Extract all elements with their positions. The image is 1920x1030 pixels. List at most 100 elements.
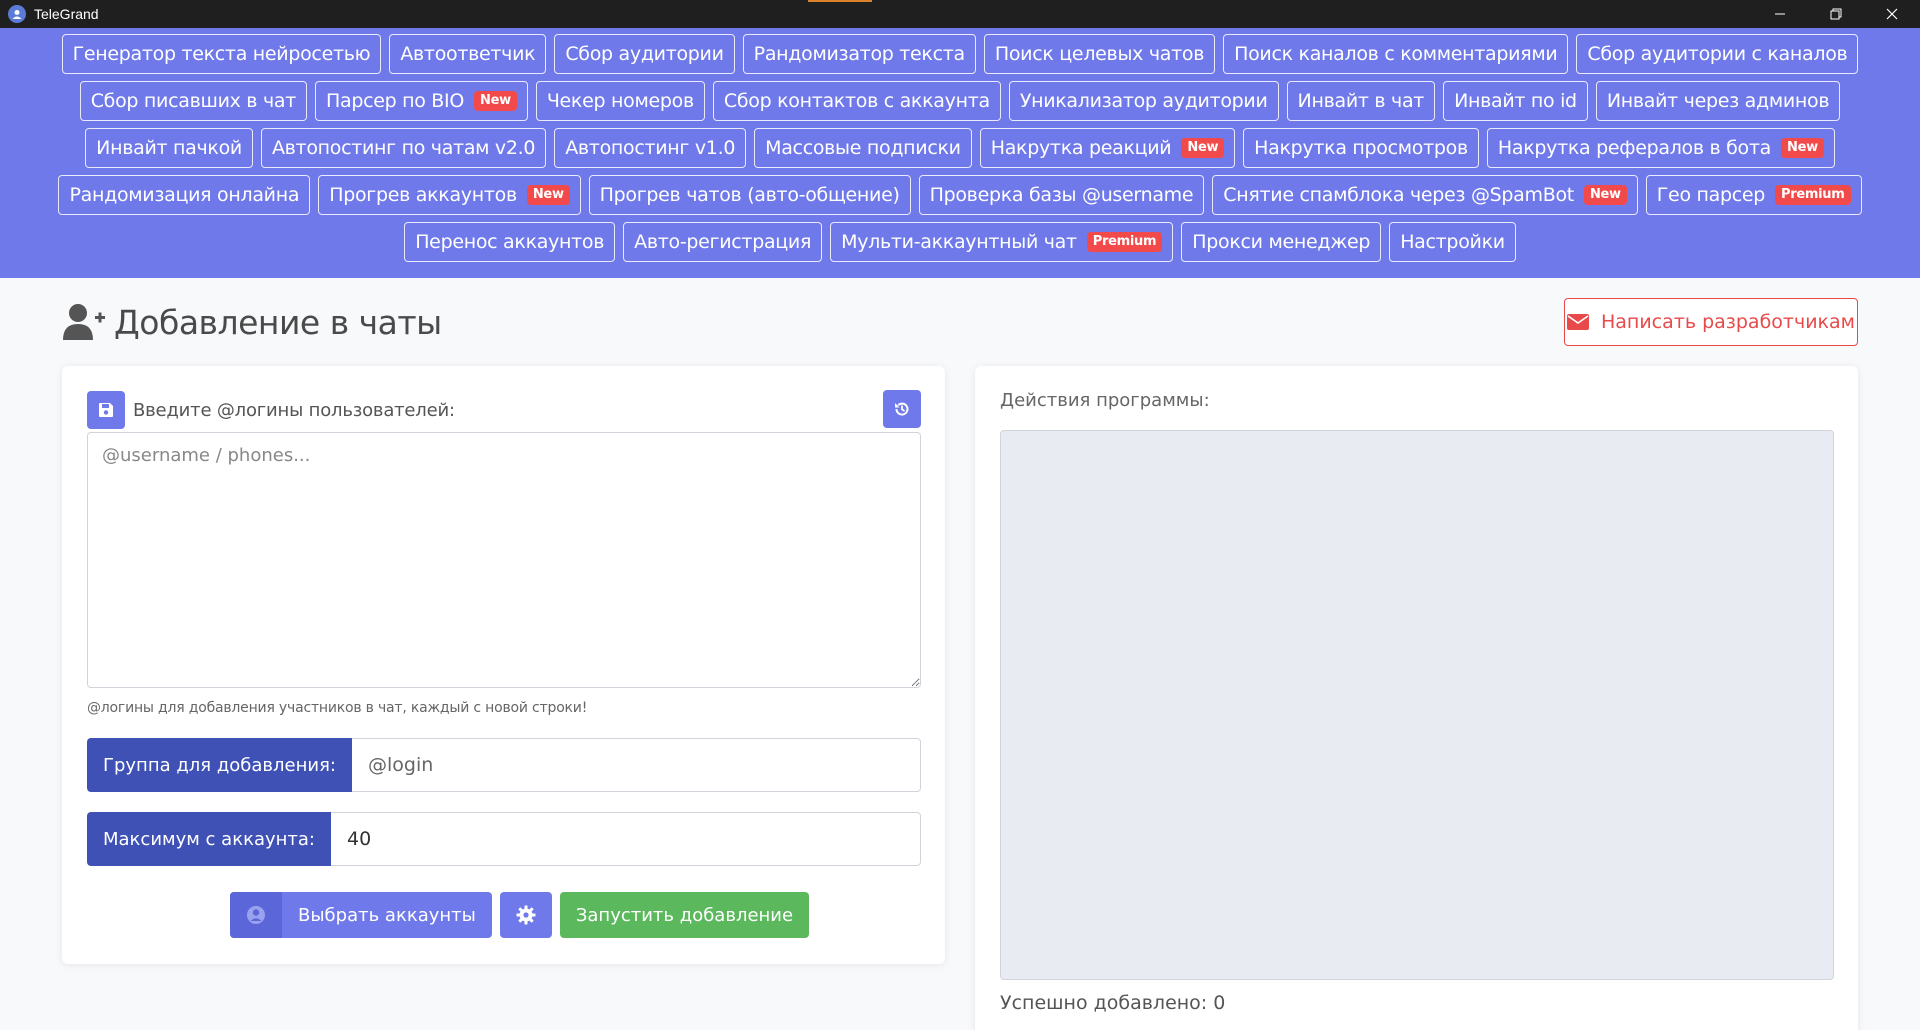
nav-item-label: Гео парсер — [1656, 184, 1766, 206]
nav-item-label: Инвайт в чат — [1297, 90, 1425, 112]
nav-item-label: Сбор контактов с аккаунта — [723, 90, 990, 112]
nav-item[interactable]: Инвайт через админов — [1595, 81, 1841, 121]
nav-item[interactable]: Прокси менеджер — [1181, 222, 1382, 262]
nav-item[interactable]: Генератор текста нейросетью — [61, 34, 382, 74]
nav-item[interactable]: Накрутка просмотров — [1243, 128, 1479, 168]
log-output[interactable] — [1000, 430, 1834, 980]
nav-item[interactable]: Проверка базы @username — [918, 175, 1205, 215]
nav-item[interactable]: Автопостинг v1.0 — [554, 128, 747, 168]
titlebar-accent — [808, 0, 872, 2]
user-circle-icon — [230, 892, 282, 938]
start-adding-button[interactable]: Запустить добавление — [559, 892, 810, 938]
new-badge: New — [1781, 138, 1824, 158]
settings-button[interactable] — [499, 892, 552, 938]
nav-item[interactable]: Поиск целевых чатов — [983, 34, 1216, 74]
gear-icon — [516, 905, 536, 925]
nav-item[interactable]: Сбор писавших в чат — [79, 81, 307, 121]
new-badge: New — [526, 185, 570, 205]
restore-icon — [1830, 8, 1842, 20]
nav-item-label: Перенос аккаунтов — [415, 231, 605, 253]
nav-item[interactable]: Перенос аккаунтов — [404, 222, 616, 262]
nav-item-label: Сбор писавших в чат — [90, 90, 297, 112]
close-button[interactable] — [1864, 0, 1920, 28]
minimize-button[interactable] — [1752, 0, 1808, 28]
logins-hint: @логины для добавления участников в чат,… — [87, 700, 588, 716]
nav-item[interactable]: Чекер номеров — [535, 81, 705, 121]
nav-item[interactable]: Прогрев аккаунтов New — [318, 175, 581, 215]
group-input[interactable] — [351, 738, 921, 792]
nav-item-label: Прокси менеджер — [1192, 231, 1371, 253]
nav-item-label: Автоответчик — [400, 43, 536, 65]
nav-item[interactable]: Инвайт по id — [1443, 81, 1588, 121]
nav-item[interactable]: Настройки — [1389, 222, 1516, 262]
nav-item[interactable]: Рандомизатор текста — [742, 34, 976, 74]
form-actions: Выбрать аккаунты Запустить добавление — [230, 892, 810, 938]
nav-item[interactable]: Инвайт в чат — [1286, 81, 1436, 121]
nav-item-label: Авто-регистрация — [634, 231, 812, 253]
nav-item[interactable]: Инвайт пачкой — [85, 128, 253, 168]
nav-item[interactable]: Автоответчик — [389, 34, 547, 74]
nav-item[interactable]: Массовые подписки — [754, 128, 972, 168]
max-per-account-input-group: Максимум с аккаунта: — [87, 812, 921, 866]
nav-row: Инвайт пачкой Автопостинг по чатам v2.0 Ав… — [0, 128, 1920, 168]
contact-developers-button[interactable]: Написать разработчикам — [1564, 298, 1858, 346]
nav-item[interactable]: Парсер по BIO New — [314, 81, 528, 121]
group-label: Группа для добавления: — [87, 738, 352, 792]
nav-item-label: Поиск целевых чатов — [994, 43, 1205, 65]
nav-item[interactable]: Авто-регистрация — [623, 222, 823, 262]
nav-row: Перенос аккаунтов Авто-регистрация Мульти-… — [0, 222, 1920, 262]
program-log-card: Действия программы: Успешно добавлено: 0 — [975, 366, 1858, 1030]
restore-button[interactable] — [1808, 0, 1864, 28]
floppy-disk-icon — [99, 403, 113, 417]
nav-item[interactable]: Мульти-аккаунтный чат Premium — [830, 222, 1174, 262]
nav-item-label: Автопостинг по чатам v2.0 — [271, 137, 536, 159]
nav-item[interactable]: Сбор аудитории — [554, 34, 735, 74]
nav-item[interactable]: Сбор аудитории с каналов — [1576, 34, 1859, 74]
nav-item[interactable]: Гео парсер Premium — [1645, 175, 1862, 215]
select-accounts-button[interactable]: Выбрать аккаунты — [230, 892, 492, 938]
nav-item-label: Поиск каналов с комментариями — [1234, 43, 1558, 65]
nav-item-label: Уникализатор аудитории — [1019, 90, 1268, 112]
nav-item[interactable]: Накрутка реакций New — [979, 128, 1236, 168]
nav-item-label: Инвайт через админов — [1606, 90, 1830, 112]
nav-item[interactable]: Накрутка рефералов в бота New — [1486, 128, 1835, 168]
log-label: Действия программы: — [1000, 390, 1210, 411]
nav-item[interactable]: Автопостинг по чатам v2.0 — [260, 128, 547, 168]
window-titlebar: TeleGrand — [0, 0, 1920, 28]
nav-item-label: Настройки — [1400, 231, 1505, 253]
nav-item-label: Массовые подписки — [765, 137, 961, 159]
add-to-chats-form-card: Введите @логины пользователей: @логины д… — [62, 366, 945, 964]
nav-item-label: Снятие спамблока через @SpamBot — [1223, 184, 1574, 206]
nav-item[interactable]: Рандомизация онлайна — [58, 175, 311, 215]
nav-item[interactable]: Снятие спамблока через @SpamBot New — [1212, 175, 1638, 215]
contact-developers-label: Написать разработчикам — [1600, 311, 1856, 333]
logins-label: Введите @логины пользователей: — [133, 399, 455, 421]
window-controls — [1752, 0, 1920, 28]
nav-item-label: Сбор аудитории с каналов — [1587, 43, 1848, 65]
nav-item-label: Чекер номеров — [546, 90, 694, 112]
nav-item-label: Проверка базы @username — [929, 184, 1194, 206]
nav-item-label: Накрутка рефералов в бота — [1497, 137, 1771, 159]
history-button[interactable] — [883, 390, 921, 428]
nav-item[interactable]: Поиск каналов с комментариями — [1223, 34, 1569, 74]
logins-textarea[interactable] — [87, 432, 921, 688]
nav-item-label: Накрутка реакций — [990, 137, 1172, 159]
history-icon — [895, 402, 909, 416]
page-header: Добавление в чаты — [62, 300, 442, 344]
save-logins-button[interactable] — [87, 391, 125, 429]
nav-row: Рандомизация онлайна Прогрев аккаунтов New… — [0, 175, 1920, 215]
nav-item-label: Генератор текста нейросетью — [72, 43, 371, 65]
minimize-icon — [1775, 13, 1785, 15]
nav-item[interactable]: Уникализатор аудитории — [1008, 81, 1279, 121]
select-accounts-label: Выбрать аккаунты — [298, 904, 476, 926]
max-per-account-input[interactable] — [330, 812, 921, 866]
nav-item[interactable]: Прогрев чатов (авто-общение) — [588, 175, 911, 215]
new-badge: New — [474, 91, 517, 111]
nav-item-label: Прогрев аккаунтов — [329, 184, 517, 206]
nav-item[interactable]: Сбор контактов с аккаунта — [712, 81, 1001, 121]
envelope-icon — [1566, 314, 1589, 330]
nav-row: Сбор писавших в чат Парсер по BIO New Чекер… — [0, 81, 1920, 121]
new-badge: New — [1181, 138, 1225, 158]
nav-item-label: Сбор аудитории — [565, 43, 724, 65]
nav-item-label: Рандомизатор текста — [753, 43, 966, 65]
